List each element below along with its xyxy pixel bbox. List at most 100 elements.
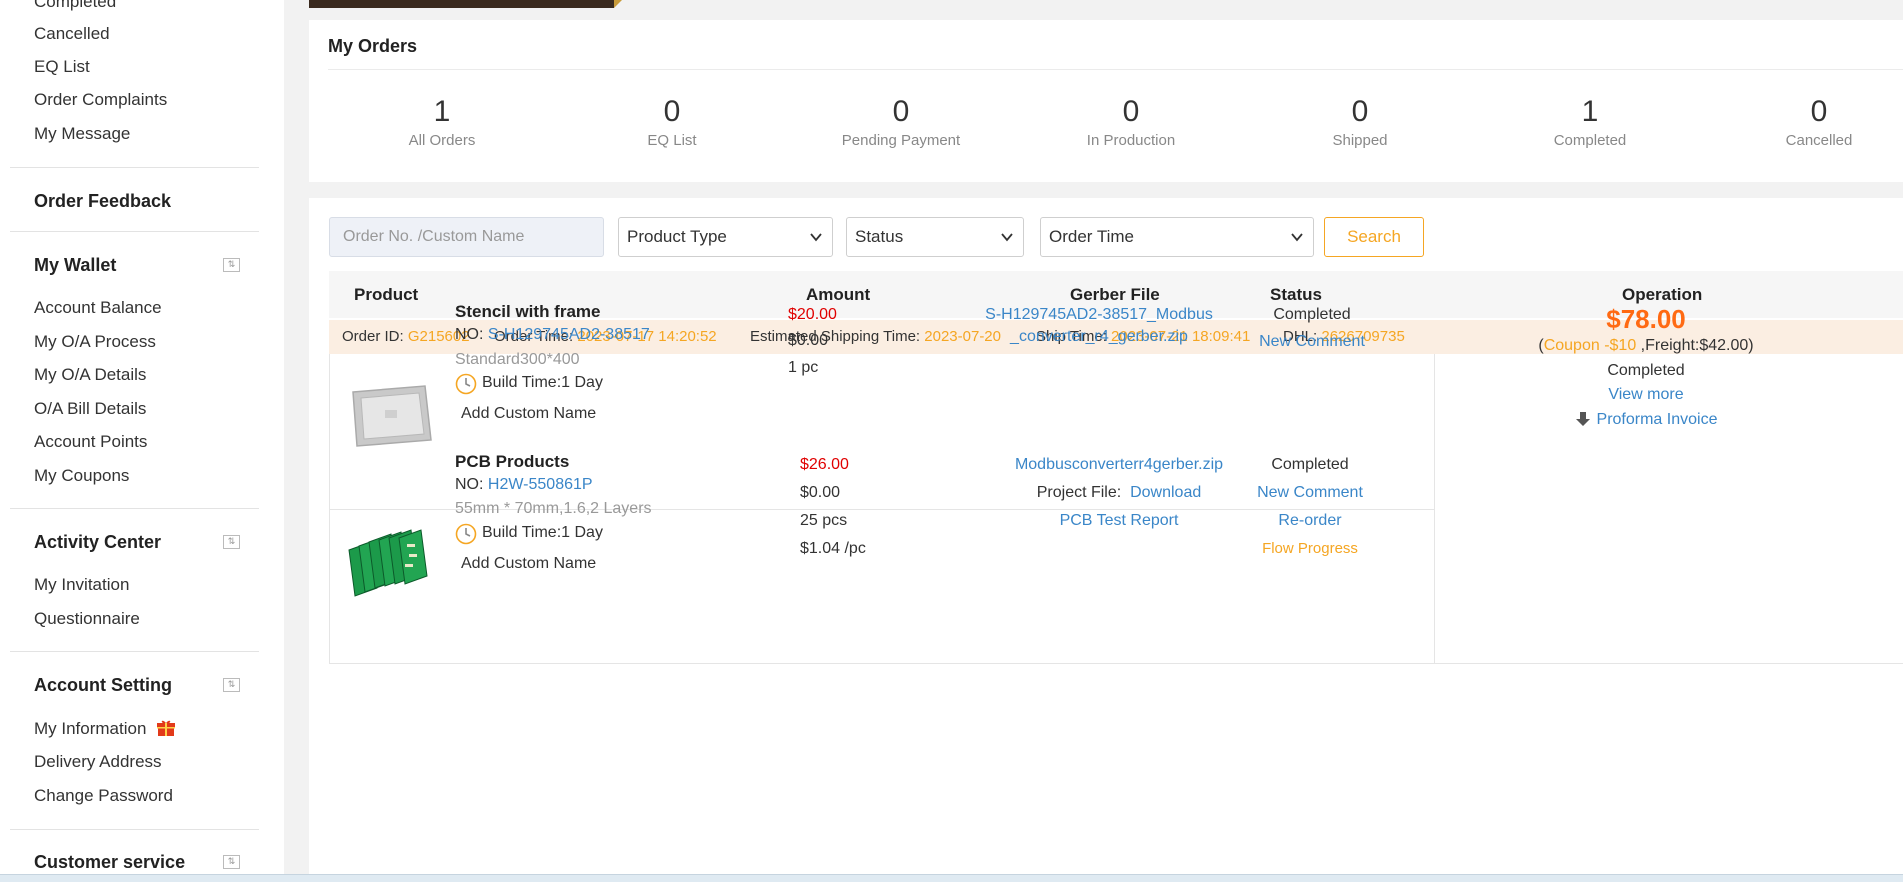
banner-strip bbox=[309, 0, 614, 8]
clock-icon bbox=[455, 373, 477, 395]
sidebar-item-my-information[interactable]: My Information bbox=[34, 719, 146, 739]
product-type-select[interactable]: Product Type bbox=[618, 217, 833, 257]
proforma-invoice-button[interactable]: Proforma Invoice bbox=[1506, 411, 1786, 429]
chevron-down-icon bbox=[1291, 233, 1303, 242]
stat-completed[interactable]: 1 Completed bbox=[1490, 94, 1690, 149]
page-title: My Orders bbox=[328, 36, 418, 56]
column-header-amount: Amount bbox=[806, 285, 871, 304]
stat-label: Pending Payment bbox=[841, 132, 961, 149]
my-orders-panel: My Orders 1 All Orders 0 EQ List 0 Pendi… bbox=[309, 20, 1903, 182]
sidebar-item-oa-details[interactable]: My O/A Details bbox=[34, 365, 146, 385]
product-number: NO: S-H129745AD2-38517 bbox=[455, 326, 650, 344]
stat-label: Shipped bbox=[1332, 132, 1388, 149]
select-value: Product Type bbox=[627, 227, 727, 246]
stat-in-production[interactable]: 0 In Production bbox=[1031, 94, 1231, 149]
sidebar-item-my-invitation[interactable]: My Invitation bbox=[34, 575, 129, 595]
main-content: My Orders 1 All Orders 0 EQ List 0 Pendi… bbox=[309, 0, 1903, 882]
chevron-down-icon bbox=[1001, 233, 1013, 242]
search-input[interactable] bbox=[329, 217, 604, 257]
sidebar-item-account-balance[interactable]: Account Balance bbox=[34, 298, 162, 318]
project-file-label: Project File: bbox=[1036, 484, 1122, 501]
stat-count: 0 bbox=[1351, 95, 1369, 128]
product-number: NO: H2W-550861P bbox=[455, 476, 593, 494]
stat-eq-list[interactable]: 0 EQ List bbox=[572, 94, 772, 149]
divider bbox=[10, 651, 259, 652]
sidebar-item-oa-process[interactable]: My O/A Process bbox=[34, 332, 156, 352]
sidebar-item-delivery-address[interactable]: Delivery Address bbox=[34, 752, 162, 772]
stat-pending-payment[interactable]: 0 Pending Payment bbox=[801, 94, 1001, 149]
status-select[interactable]: Status bbox=[846, 217, 1024, 257]
stat-label: All Orders bbox=[408, 132, 476, 149]
stat-all-orders[interactable]: 1 All Orders bbox=[342, 94, 542, 149]
sidebar-item-change-password[interactable]: Change Password bbox=[34, 786, 173, 806]
sidebar-item-cancelled[interactable]: Cancelled bbox=[34, 24, 110, 44]
column-header-gerber: Gerber File bbox=[1070, 285, 1160, 304]
sidebar-item-oa-bill-details[interactable]: O/A Bill Details bbox=[34, 399, 146, 419]
download-link[interactable]: Download bbox=[1130, 484, 1201, 501]
sidebar-heading-order-feedback[interactable]: Order Feedback bbox=[34, 191, 171, 212]
new-comment-link[interactable]: New Comment bbox=[1242, 333, 1382, 351]
item-extra: $0.00 bbox=[788, 332, 829, 349]
product-name: PCB Products bbox=[455, 452, 570, 471]
add-custom-name-button[interactable]: Add Custom Name bbox=[461, 555, 596, 573]
stat-count: 0 bbox=[1810, 95, 1828, 128]
stat-count: 0 bbox=[892, 95, 910, 128]
build-time: Build Time:1 Day bbox=[482, 374, 603, 391]
sidebar-item-account-points[interactable]: Account Points bbox=[34, 432, 147, 452]
product-spec: Standard300*400 bbox=[455, 351, 580, 368]
collapse-toggle-icon[interactable]: ⇅ bbox=[223, 535, 240, 549]
sidebar-item-questionnaire[interactable]: Questionnaire bbox=[34, 609, 140, 629]
gerber-filename-line2: _converter_r4_gerber.zip bbox=[1010, 328, 1188, 345]
divider bbox=[10, 508, 259, 509]
pcb-test-report-link[interactable]: PCB Test Report bbox=[969, 512, 1269, 530]
add-custom-name-button[interactable]: Add Custom Name bbox=[461, 405, 596, 423]
product-no-link[interactable]: S-H129745AD2-38517 bbox=[488, 326, 650, 343]
item-price: $20.00 bbox=[788, 306, 837, 323]
stat-label: In Production bbox=[1086, 132, 1176, 149]
order-id: Order ID: G215602 bbox=[342, 320, 470, 354]
stat-shipped[interactable]: 0 Shipped bbox=[1260, 94, 1460, 149]
divider bbox=[10, 231, 259, 232]
chevron-down-icon bbox=[810, 233, 822, 242]
select-value: Order Time bbox=[1049, 227, 1135, 246]
stat-label: Cancelled bbox=[1785, 132, 1853, 149]
est-label: Estimated Shipping Time: bbox=[750, 328, 921, 345]
column-header-product: Product bbox=[354, 285, 419, 304]
divider bbox=[328, 69, 1903, 70]
sidebar-item-eq-list[interactable]: EQ List bbox=[34, 57, 90, 77]
flow-progress-link[interactable]: Flow Progress bbox=[1240, 540, 1380, 557]
order-time-select[interactable]: Order Time bbox=[1040, 217, 1314, 257]
collapse-toggle-icon[interactable]: ⇅ bbox=[223, 678, 240, 692]
search-button[interactable]: Search bbox=[1324, 217, 1424, 257]
order-status: Completed bbox=[1607, 362, 1685, 379]
item-qty: 1 pc bbox=[788, 359, 819, 376]
column-header-status: Status bbox=[1270, 285, 1322, 304]
new-comment-link[interactable]: New Comment bbox=[1240, 484, 1380, 502]
sidebar-item-completed[interactable]: Completed bbox=[34, 0, 116, 12]
gift-icon bbox=[157, 720, 175, 736]
view-more-link[interactable]: View more bbox=[1506, 386, 1786, 404]
product-no-link[interactable]: H2W-550861P bbox=[488, 476, 593, 493]
collapse-toggle-icon[interactable]: ⇅ bbox=[223, 258, 240, 272]
reorder-link[interactable]: Re-order bbox=[1240, 512, 1380, 530]
sidebar-item-my-coupons[interactable]: My Coupons bbox=[34, 466, 129, 486]
collapse-toggle-icon[interactable]: ⇅ bbox=[223, 855, 240, 869]
coupon-amount: Coupon -$10 bbox=[1543, 337, 1637, 354]
download-arrow-icon bbox=[1575, 412, 1590, 426]
gerber-file-link[interactable]: S-H129745AD2-38517_Modbus _converter_r4_… bbox=[949, 306, 1249, 346]
stat-cancelled[interactable]: 0 Cancelled bbox=[1719, 94, 1903, 149]
order-total: $78.00 bbox=[1606, 304, 1686, 334]
stat-count: 1 bbox=[1581, 95, 1599, 128]
item-extra: $0.00 bbox=[800, 484, 841, 501]
sidebar-heading-activity-center: Activity Center bbox=[34, 532, 162, 552]
item-unit-price: $1.04 /pc bbox=[800, 540, 866, 557]
orders-list-panel: Product Type Status Order Time Search Pr… bbox=[309, 198, 1903, 882]
sidebar-item-order-complaints[interactable]: Order Complaints bbox=[34, 90, 167, 110]
gerber-file-link[interactable]: Modbusconverterr4gerber.zip bbox=[969, 456, 1269, 474]
item-status: Completed bbox=[1271, 456, 1349, 473]
sidebar-heading-customer-service[interactable]: Customer service bbox=[34, 852, 185, 873]
freight-amount: ,Freight:$42.00) bbox=[1636, 337, 1754, 354]
clock-icon bbox=[455, 523, 477, 545]
product-no-label: NO: bbox=[455, 326, 484, 343]
sidebar-item-my-message[interactable]: My Message bbox=[34, 124, 130, 144]
